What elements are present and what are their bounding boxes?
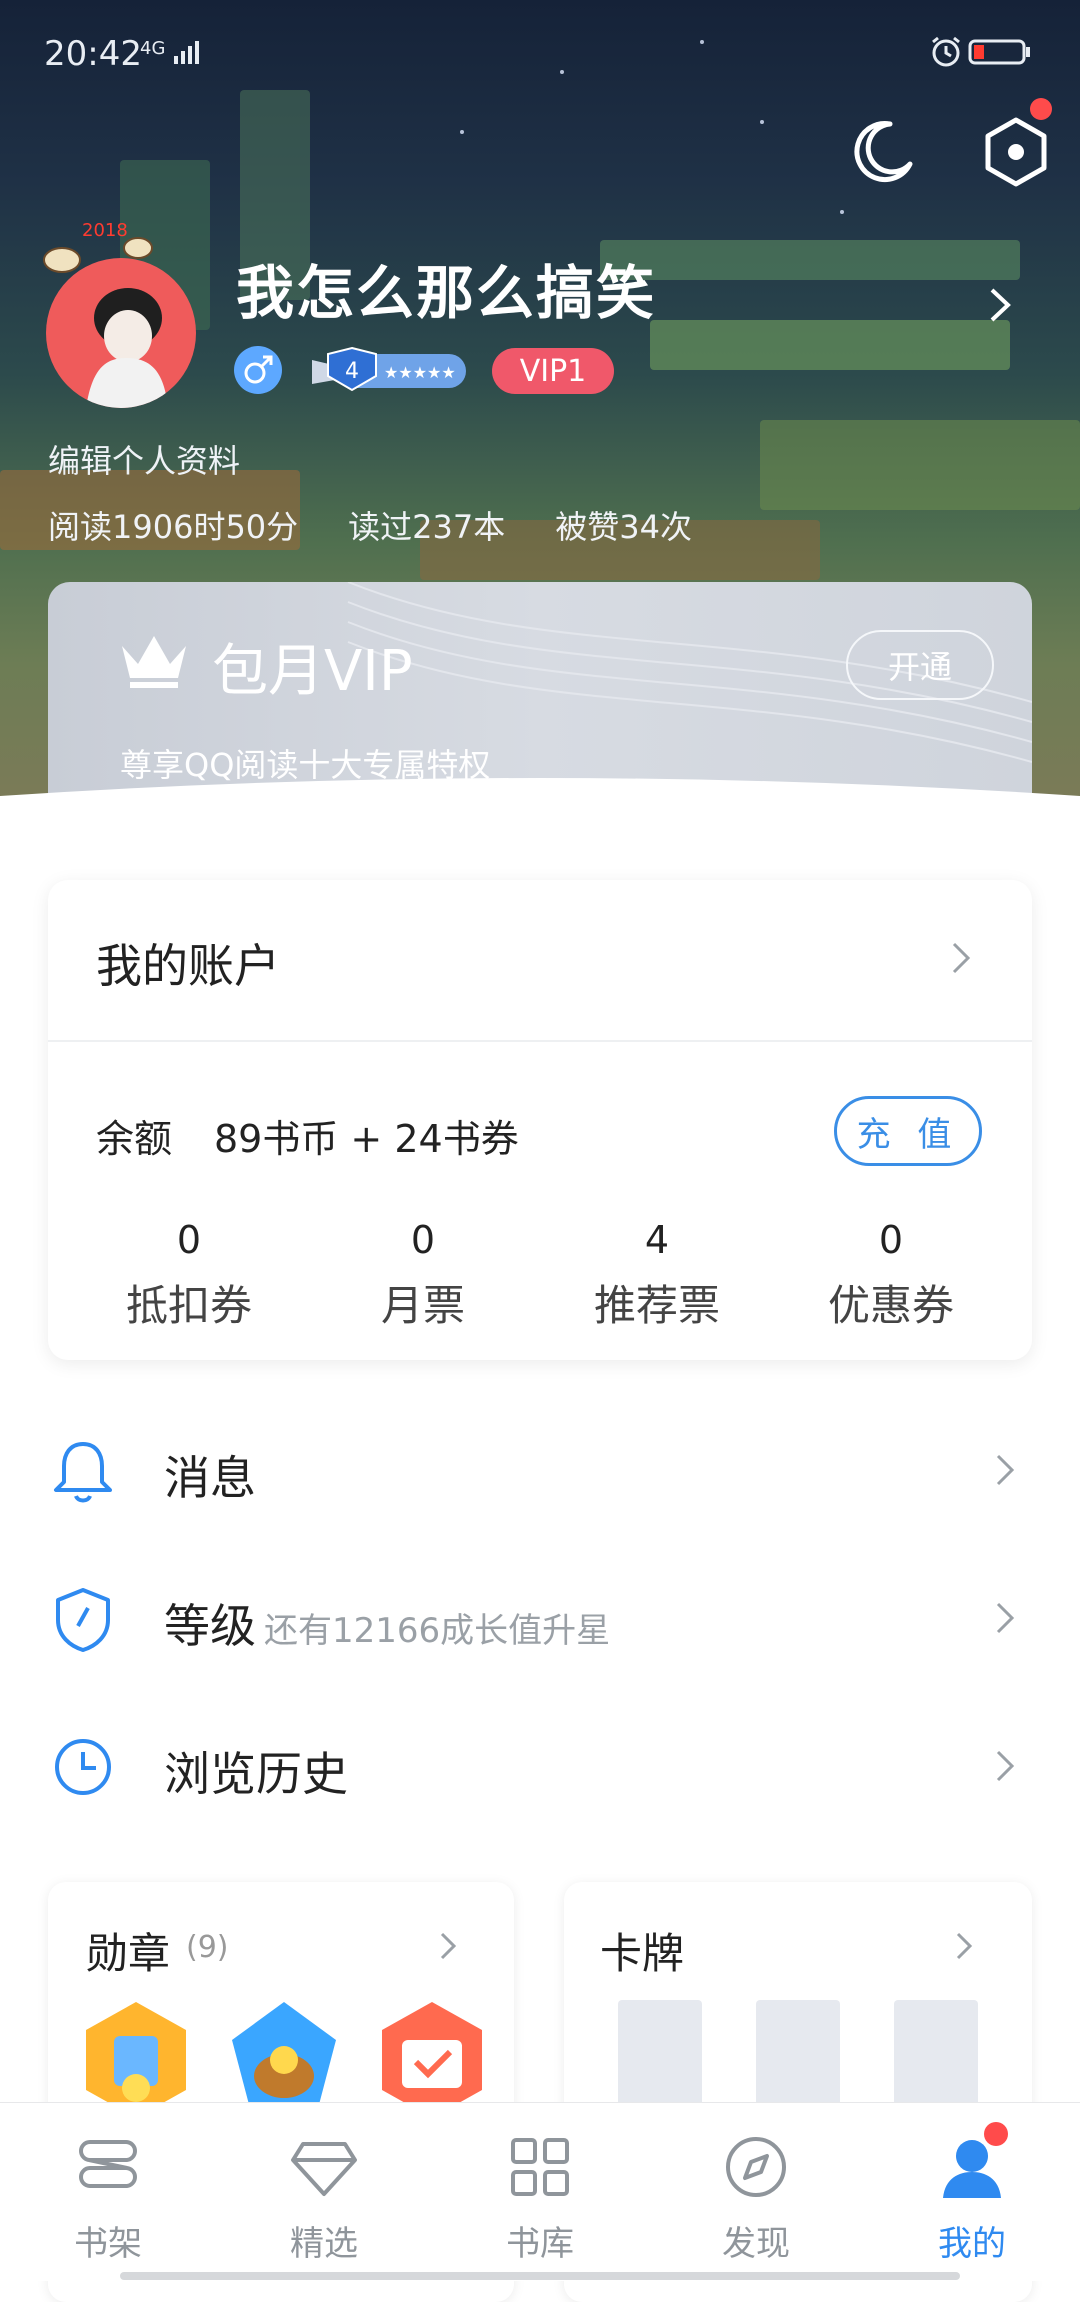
nav-library[interactable]: 书库: [460, 2132, 620, 2265]
compass-icon: [726, 2137, 786, 2197]
recommend-ticket-stat[interactable]: 4 推荐票: [540, 1218, 774, 1333]
stat-value: 0: [410, 1218, 436, 1262]
night-mode-icon[interactable]: [850, 118, 916, 184]
alarm-icon: [932, 36, 960, 67]
nav-label: 我的: [938, 2224, 1006, 2264]
network-indicator: 4G: [140, 38, 166, 59]
menu-item-history[interactable]: 浏览历史: [48, 1718, 1032, 1818]
avatar-illustration: [86, 288, 168, 408]
vip-badge[interactable]: VIP1: [492, 348, 614, 394]
account-divider: [48, 1040, 1032, 1042]
status-time: 20:42: [44, 34, 142, 74]
chevron-right-icon: [440, 1932, 457, 1960]
nav-label: 发现: [722, 2224, 790, 2264]
card-slot[interactable]: [894, 2000, 978, 2110]
maze-block: [760, 420, 1080, 510]
vip-open-button[interactable]: 开通: [846, 630, 994, 700]
avatar-year-text: 2018: [82, 220, 128, 241]
level-badge-icon[interactable]: 4 ★★★★★: [306, 346, 472, 396]
star: [560, 70, 564, 74]
vip-title: 包月VIP: [212, 639, 413, 704]
settings-notification-dot: [1030, 98, 1052, 120]
chevron-right-icon[interactable]: [986, 286, 1014, 324]
star: [460, 130, 464, 134]
stat-label: 抵扣券: [125, 1281, 252, 1330]
cards-title: 卡牌: [600, 1929, 685, 1978]
nav-discover[interactable]: 发现: [676, 2132, 836, 2265]
diamond-icon: [291, 2142, 357, 2196]
reading-stats: 阅读1906时50分 读过237本 被赞34次: [48, 502, 692, 548]
shield-icon: [56, 1588, 110, 1652]
stat-value: 0: [176, 1218, 202, 1262]
crown-icon: [122, 636, 186, 688]
avatar[interactable]: [46, 258, 196, 408]
nav-me[interactable]: 我的: [892, 2132, 1052, 2265]
card-slot[interactable]: [618, 2000, 702, 2110]
account-title[interactable]: 我的账户: [96, 930, 280, 996]
settings-icon[interactable]: [980, 116, 1052, 188]
menu-label: 等级 还有12166成长值升星: [164, 1590, 610, 1656]
stat-value: 4: [644, 1218, 670, 1262]
menu-label-text: 等级: [164, 1599, 256, 1653]
signal-icon: [174, 41, 199, 64]
grid-icon: [511, 2138, 569, 2196]
nav-label: 书库: [506, 2224, 574, 2264]
stat-value: 0: [878, 1218, 904, 1262]
menu-item-level[interactable]: 等级 还有12166成长值升星: [48, 1570, 1032, 1670]
chevron-right-icon[interactable]: [950, 940, 974, 976]
maze-block: [600, 240, 1020, 280]
balance-value: 89书币 + 24书券: [214, 1117, 519, 1161]
likes-stat: 被赞34次: [555, 508, 692, 546]
bookshelf-icon: [79, 2140, 137, 2188]
reading-time-stat: 阅读1906时50分: [48, 508, 299, 546]
header-curve: [0, 778, 1080, 850]
stat-label: 推荐票: [593, 1281, 720, 1330]
nav-label: 书架: [74, 2224, 142, 2264]
medals-count: (9): [186, 1930, 229, 1965]
chevron-right-icon: [956, 1932, 973, 1960]
nav-label: 精选: [290, 2224, 358, 2264]
chevron-right-icon: [996, 1602, 1015, 1634]
year-badge-icon: 2018: [43, 220, 153, 273]
level-number: 4: [345, 359, 359, 384]
star: [700, 40, 704, 44]
recharge-button[interactable]: 充 值: [834, 1096, 982, 1166]
chevron-right-icon: [996, 1750, 1015, 1782]
star: [840, 210, 844, 214]
chevron-right-icon: [996, 1454, 1015, 1486]
medals-title: 勋章: [86, 1929, 171, 1978]
balance-label: 余额: [96, 1117, 173, 1161]
menu-label: 浏览历史: [164, 1747, 348, 1801]
menu-label: 消息: [164, 1451, 256, 1505]
stat-label: 月票: [380, 1281, 465, 1330]
card-slot[interactable]: [756, 2000, 840, 2110]
nav-featured[interactable]: 精选: [244, 2132, 404, 2265]
me-notification-dot: [984, 2122, 1008, 2146]
bell-icon: [54, 1442, 112, 1503]
maze-block: [650, 320, 1010, 370]
coupon-stat[interactable]: 0 优惠券: [774, 1218, 1008, 1333]
star: [760, 120, 764, 124]
books-read-stat: 读过237本: [348, 508, 506, 546]
home-indicator: [120, 2272, 960, 2280]
svg-text:★★★★★: ★★★★★: [384, 363, 456, 382]
clock-icon: [55, 1739, 111, 1795]
stat-label: 优惠券: [827, 1281, 954, 1330]
menu-item-messages[interactable]: 消息: [48, 1422, 1032, 1522]
voucher-stat[interactable]: 0 抵扣券: [72, 1218, 306, 1333]
nav-bookshelf[interactable]: 书架: [28, 2132, 188, 2265]
male-gender-icon: [234, 346, 282, 394]
battery-icon: [968, 39, 1030, 65]
level-progress-text: 还有12166成长值升星: [264, 1611, 611, 1651]
monthly-ticket-stat[interactable]: 0 月票: [306, 1218, 540, 1333]
edit-profile-link[interactable]: 编辑个人资料: [48, 436, 240, 482]
username[interactable]: 我怎么那么搞笑: [236, 246, 656, 330]
